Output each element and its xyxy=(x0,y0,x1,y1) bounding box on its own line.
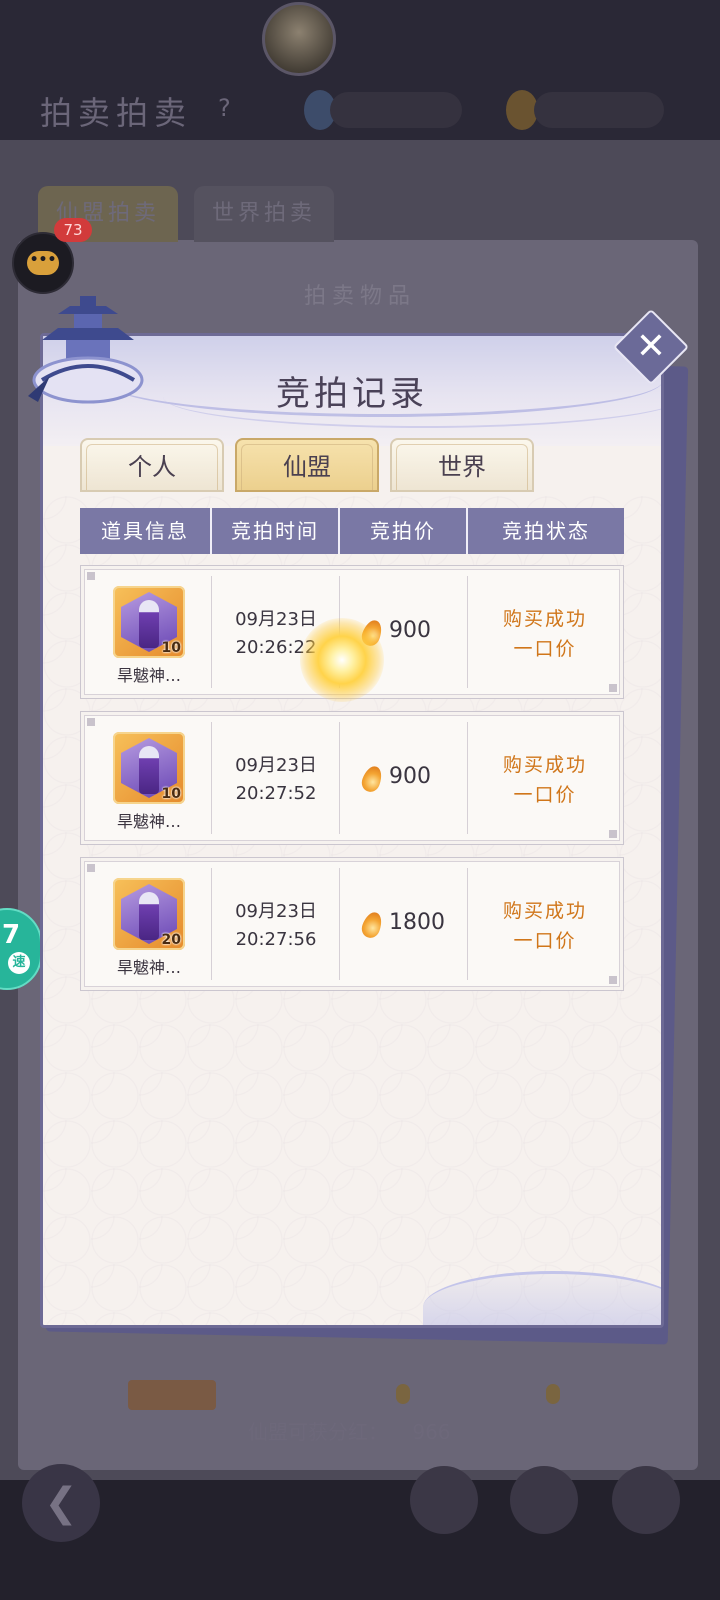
costume-figure-icon xyxy=(139,746,159,794)
table-row: 10 旱魃神… 09月23日 20:27:52 900 购买成功 一口价 xyxy=(80,711,624,845)
item-icon[interactable]: 10 xyxy=(113,732,185,804)
price-value: 1800 xyxy=(389,910,445,935)
status-result: 购买成功 xyxy=(502,754,587,776)
status-result: 购买成功 xyxy=(502,900,587,922)
row-divider xyxy=(211,576,212,688)
costume-figure-icon xyxy=(139,600,159,648)
item-name: 旱魃神… xyxy=(116,666,181,685)
status-result: 购买成功 xyxy=(502,608,587,630)
bid-time: 09月23日 20:27:52 xyxy=(213,752,339,808)
background-footer-text: 仙盟可获分红： 966 xyxy=(248,1416,451,1445)
row-divider xyxy=(211,722,212,834)
row-corner xyxy=(87,864,95,872)
function-button-1 xyxy=(410,1466,478,1534)
row-corner xyxy=(87,572,95,580)
row-corner xyxy=(609,976,617,984)
price-value: 900 xyxy=(389,618,431,643)
background-tab-world: 世界拍卖 xyxy=(194,186,334,242)
bid-clock-text: 20:27:56 xyxy=(235,929,317,950)
function-button-2 xyxy=(510,1466,578,1534)
row-divider xyxy=(467,868,468,980)
row-corner xyxy=(87,718,95,726)
bid-price: 1800 xyxy=(341,906,467,942)
tab-world[interactable]: 世界 xyxy=(390,438,534,492)
column-header-time: 竞拍时间 xyxy=(231,519,319,543)
sparkle-glow-effect xyxy=(300,618,384,702)
row-corner xyxy=(609,684,617,692)
bid-status: 购买成功 一口价 xyxy=(469,604,621,664)
function-button-3 xyxy=(612,1466,680,1534)
tab-guild[interactable]: 仙盟 xyxy=(235,438,379,492)
item-icon[interactable]: 20 xyxy=(113,878,185,950)
player-avatar xyxy=(262,2,336,76)
item-quantity: 20 xyxy=(161,932,181,948)
price-value: 900 xyxy=(389,764,431,789)
chat-bubble-icon: ••• xyxy=(27,251,59,275)
flame-currency-icon xyxy=(359,763,385,795)
footer-label: 仙盟可获分红： xyxy=(248,1420,388,1444)
help-icon: ? xyxy=(218,94,231,122)
item-quantity: 10 xyxy=(161,640,181,656)
bid-status: 购买成功 一口价 xyxy=(469,896,621,956)
status-type: 一口价 xyxy=(513,638,577,660)
column-header-item: 道具信息 xyxy=(101,519,189,543)
resource-1-display xyxy=(330,92,462,128)
bid-time: 09月23日 20:27:56 xyxy=(213,898,339,954)
tab-personal[interactable]: 个人 xyxy=(80,438,224,492)
resource-2-display xyxy=(534,92,664,128)
chat-unread-badge: 73 xyxy=(54,218,92,242)
costume-figure-icon xyxy=(139,892,159,940)
modal-title: 竞拍记录 xyxy=(276,374,428,414)
item-quantity: 10 xyxy=(161,786,181,802)
row-divider xyxy=(211,868,212,980)
bid-status: 购买成功 一口价 xyxy=(469,750,621,810)
status-type: 一口价 xyxy=(513,930,577,952)
row-divider xyxy=(339,722,340,834)
row-divider xyxy=(339,868,340,980)
footer-value: 966 xyxy=(412,1420,451,1444)
item-name: 旱魃神… xyxy=(116,958,181,977)
row-divider xyxy=(467,722,468,834)
speed-label: 速 xyxy=(8,952,30,974)
bid-clock-text: 20:27:52 xyxy=(235,783,317,804)
column-header-price: 竞拍价 xyxy=(370,519,436,543)
back-arrow-icon: ❮ xyxy=(22,1464,100,1542)
background-screen-title: 拍卖拍卖 xyxy=(40,94,193,132)
row-corner xyxy=(609,830,617,838)
column-header-status: 竞拍状态 xyxy=(502,519,590,543)
bid-price: 900 xyxy=(341,760,467,796)
bid-date-text: 09月23日 xyxy=(235,901,317,922)
row-divider xyxy=(467,576,468,688)
item-icon[interactable]: 10 xyxy=(113,586,185,658)
status-type: 一口价 xyxy=(513,784,577,806)
table-header: 道具信息 竞拍时间 竞拍价 竞拍状态 xyxy=(80,508,624,554)
flame-currency-icon xyxy=(359,909,385,941)
bid-date-text: 09月23日 xyxy=(235,755,317,776)
table-row: 20 旱魃神… 09月23日 20:27:56 1800 购买成功 一口价 xyxy=(80,857,624,991)
item-name: 旱魃神… xyxy=(116,812,181,831)
speed-number: 7 xyxy=(2,920,21,950)
